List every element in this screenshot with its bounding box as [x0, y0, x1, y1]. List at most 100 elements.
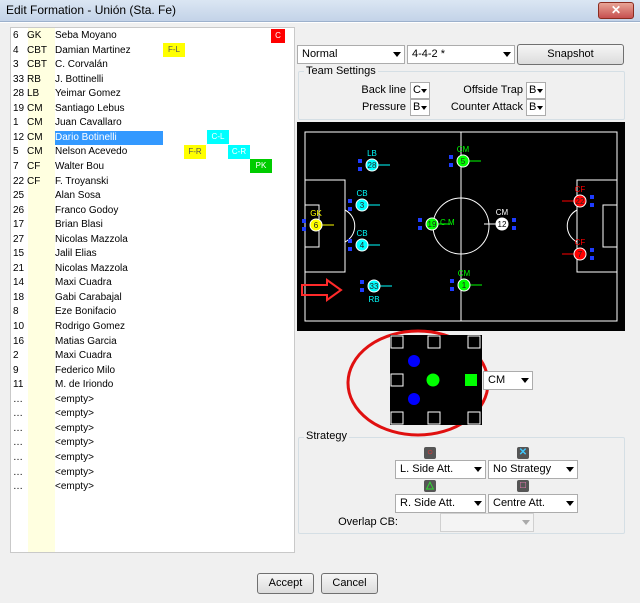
player-row[interactable]: 10 Rodrigo Gomez [11, 320, 294, 334]
player-list[interactable]: 6 GK Seba Moyano 4 CBT Damian Martinez 3 CBT C. … [10, 27, 295, 553]
player-row[interactable]: 33 RB J. Bottinelli [11, 73, 294, 87]
close-icon[interactable]: ✕ [598, 2, 634, 19]
freekick-right-tag[interactable]: F-R [184, 145, 206, 159]
player-row[interactable]: 16 Matias Garcia [11, 335, 294, 349]
accept-button[interactable]: Accept [257, 573, 314, 594]
corner-left-tag[interactable]: C-L [207, 130, 229, 144]
player-row[interactable]: 25 Alan Sosa [11, 189, 294, 203]
pitch-player-position: C M [440, 218, 455, 227]
player-name: Matias Garcia [55, 335, 117, 347]
player-row[interactable]: 21 Nicolas Mazzola [11, 262, 294, 276]
player-position: CM [27, 117, 43, 129]
counter-attack-label: Counter Attack [450, 101, 523, 113]
player-number: 9 [13, 364, 19, 376]
player-row[interactable]: 14 Maxi Cuadra [11, 276, 294, 290]
chevron-down-icon [421, 106, 427, 110]
chevron-down-icon [522, 520, 530, 525]
mode-select[interactable]: Normal [297, 45, 405, 64]
player-name: Seba Moyano [55, 30, 117, 41]
corner-right-tag[interactable]: C-R [228, 145, 250, 159]
square-strategy-select[interactable]: Centre Att. [488, 494, 578, 513]
role-position-pad[interactable] [390, 335, 482, 425]
player-marker-dot [418, 218, 422, 222]
player-number: 14 [13, 277, 25, 289]
cancel-button[interactable]: Cancel [321, 573, 378, 594]
player-row[interactable]: 12 CM Dario Botinelli [11, 130, 294, 145]
player-name: <empty> [55, 408, 94, 420]
player-row[interactable]: … <empty> [11, 436, 294, 450]
player-number: 3 [13, 59, 19, 71]
penalty-tag[interactable]: PK [250, 159, 272, 173]
player-row[interactable]: 1 CM Juan Cavallaro [11, 116, 294, 130]
player-number: 2 [13, 350, 19, 362]
player-row[interactable]: 22 CF F. Troyanski [11, 175, 294, 189]
player-marker-dot [512, 226, 516, 230]
player-position: CBT [27, 59, 47, 71]
snapshot-button[interactable]: Snapshot [517, 44, 624, 65]
role-select[interactable]: CM [483, 371, 533, 390]
pitch-player-position: CB [356, 229, 367, 238]
window-title: Edit Formation - Unión (Sta. Fe) [6, 3, 177, 17]
player-row[interactable]: … <empty> [11, 451, 294, 465]
counter-attack-select[interactable]: B [526, 99, 546, 116]
player-row[interactable]: … <empty> [11, 393, 294, 407]
player-number: … [13, 422, 23, 434]
player-row[interactable]: 6 GK Seba Moyano [11, 29, 294, 43]
player-row[interactable]: 19 CM Santiago Lebus [11, 102, 294, 116]
offside-trap-select[interactable]: B [526, 82, 546, 99]
player-position: CF [27, 175, 41, 187]
overlap-cb-select[interactable] [440, 513, 534, 532]
player-name: Nelson Acevedo [55, 146, 128, 158]
player-row[interactable]: … <empty> [11, 466, 294, 480]
player-name: Damian Martinez [55, 44, 131, 56]
formation-select[interactable]: 4-4-2 * [407, 45, 515, 64]
player-marker-dot [348, 247, 352, 251]
player-name: Alan Sosa [55, 190, 101, 202]
player-position: RB [27, 73, 41, 85]
back-line-label: Back line [361, 84, 406, 96]
player-row[interactable]: 17 Brian Blasi [11, 218, 294, 232]
pitch-player-position: CF [575, 185, 586, 194]
player-name: C. Corvalán [55, 59, 108, 71]
chevron-down-icon [566, 467, 574, 472]
player-name: Yeimar Gomez [55, 88, 121, 100]
pressure-select[interactable]: B [410, 99, 430, 116]
player-row[interactable]: 9 Federico Milo [11, 364, 294, 378]
player-row[interactable]: 8 Eze Bonifacio [11, 305, 294, 319]
player-row[interactable]: … <empty> [11, 407, 294, 421]
formation-pitch[interactable]: 28 LB 5 CM 3 CB 6 GK 4 CB 19 C M 12 CM 1 CM 33 RB 22 CF 7 CF [297, 122, 625, 331]
cross-strategy-select[interactable]: No Strategy [488, 460, 578, 479]
player-number: 19 [13, 102, 25, 114]
freekick-left-tag[interactable]: F-L [163, 43, 185, 57]
captain-tag[interactable]: C [271, 29, 285, 43]
player-row[interactable]: … <empty> [11, 422, 294, 436]
player-marker-dot [590, 203, 594, 207]
player-row[interactable]: 28 LB Yeimar Gomez [11, 87, 294, 101]
chevron-down-icon [503, 52, 511, 57]
triangle-strategy-select[interactable]: R. Side Att. [395, 494, 486, 513]
player-row[interactable]: 11 M. de Iriondo [11, 378, 294, 392]
chevron-down-icon [421, 89, 427, 93]
player-marker-dot [450, 279, 454, 283]
triangle-strategy-value: R. Side Att. [400, 497, 456, 509]
player-row[interactable]: 15 Jalil Elias [11, 247, 294, 261]
player-row[interactable]: 5 CM Nelson Acevedo [11, 145, 294, 159]
pitch-player-position: CF [575, 238, 586, 247]
circle-strategy-select[interactable]: L. Side Att. [395, 460, 486, 479]
player-row[interactable]: 26 Franco Godoy [11, 204, 294, 218]
player-row[interactable]: 27 Nicolas Mazzola [11, 233, 294, 247]
back-line-select[interactable]: C [410, 82, 430, 99]
player-marker-dot [360, 288, 364, 292]
player-number: 7 [13, 160, 19, 172]
player-row[interactable]: 2 Maxi Cuadra [11, 349, 294, 363]
player-name: Maxi Cuadra [55, 277, 112, 289]
player-number: … [13, 466, 23, 478]
pitch-player-number: 7 [578, 250, 583, 259]
player-row[interactable]: … <empty> [11, 480, 294, 494]
player-number: 10 [13, 321, 25, 332]
player-row[interactable]: 3 CBT C. Corvalán [11, 58, 294, 72]
pitch-player-position: CM [458, 269, 471, 278]
player-row[interactable]: 18 Gabi Carabajal [11, 291, 294, 305]
pitch-player-position: GK [310, 209, 322, 218]
player-row[interactable]: 4 CBT Damian Martinez [11, 44, 294, 58]
